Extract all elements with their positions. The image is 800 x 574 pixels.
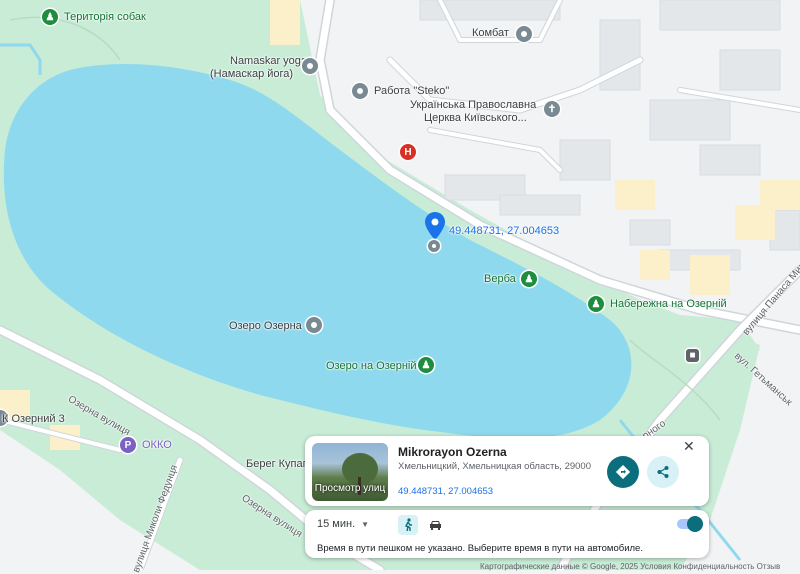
walk-icon: [405, 518, 412, 532]
kombat-pin-icon[interactable]: [516, 26, 532, 42]
hospital-icon[interactable]: H: [400, 144, 416, 160]
walk-mode-button[interactable]: [398, 515, 418, 535]
lake-label[interactable]: Озеро Озерна: [229, 320, 302, 333]
verba-label[interactable]: Верба: [484, 273, 516, 286]
travel-message: Время в пути пешком не указано. Выберите…: [317, 543, 643, 554]
bereg-label[interactable]: Берег Купап: [246, 458, 309, 471]
time-select[interactable]: 15 мин. ▼: [317, 518, 369, 530]
kombat-label[interactable]: Комбат: [472, 27, 509, 40]
church-icon[interactable]: ✝: [544, 101, 560, 117]
coords-pin-label[interactable]: 49.448731, 27.004653: [449, 225, 559, 238]
share-icon: [657, 466, 669, 478]
street-view-thumbnail[interactable]: Просмотр улиц: [312, 443, 388, 501]
time-select-value: 15 мин.: [317, 518, 356, 530]
share-button[interactable]: [647, 456, 679, 488]
dog-area-label[interactable]: Територія собак: [64, 11, 146, 24]
church-label-line1[interactable]: Українська Православна: [410, 99, 536, 112]
ozernyi3-label[interactable]: К Озерний 3: [2, 413, 65, 426]
okko-label[interactable]: ОККО: [142, 439, 172, 452]
car-icon: [429, 521, 441, 530]
yoga-label-line1[interactable]: Namaskar yoga: [230, 55, 307, 68]
lake-pin-icon[interactable]: [306, 317, 322, 333]
travel-time-card[interactable]: 15 мин. ▼ Время в пути пешком не указано…: [305, 510, 709, 558]
car-mode-button[interactable]: [425, 515, 445, 535]
location-marker-icon[interactable]: [425, 212, 445, 240]
bus-stop-icon[interactable]: ■: [686, 349, 699, 362]
place-coordinates[interactable]: 49.448731, 27.004653: [398, 486, 493, 497]
steko-pin-icon[interactable]: [352, 83, 368, 99]
yoga-pin-icon[interactable]: [302, 58, 318, 74]
coords-pin-icon[interactable]: [428, 240, 440, 252]
travel-toggle[interactable]: [677, 516, 703, 532]
travel-toggle-knob: [687, 516, 703, 532]
church-label-line2[interactable]: Церква Київського...: [424, 112, 527, 125]
close-icon[interactable]: ✕: [683, 438, 695, 455]
lake-park-icon[interactable]: ♟: [418, 357, 434, 373]
chevron-down-icon: ▼: [361, 519, 370, 529]
embankment-label[interactable]: Набережна на Озерній: [610, 298, 727, 311]
embankment-park-icon[interactable]: ♟: [588, 296, 604, 312]
verba-park-icon[interactable]: ♟: [521, 271, 537, 287]
okko-fuel-icon[interactable]: P: [120, 437, 136, 453]
dog-area-park-icon[interactable]: ♟: [42, 9, 58, 25]
directions-button[interactable]: [607, 456, 639, 488]
directions-icon: [616, 465, 630, 479]
street-view-label: Просмотр улиц: [314, 483, 386, 494]
place-info-card[interactable]: Просмотр улиц Mikrorayon Ozerna Хмельниц…: [305, 436, 709, 506]
lake-park-label[interactable]: Озеро на Озерній: [326, 360, 417, 373]
yoga-label-line2[interactable]: (Намаскар йога): [210, 68, 293, 81]
place-title: Mikrorayon Ozerna: [398, 445, 507, 459]
place-address: Хмельницкий, Хмельницкая область, 29000: [398, 461, 591, 472]
steko-label[interactable]: Работа "Steko": [374, 85, 449, 98]
